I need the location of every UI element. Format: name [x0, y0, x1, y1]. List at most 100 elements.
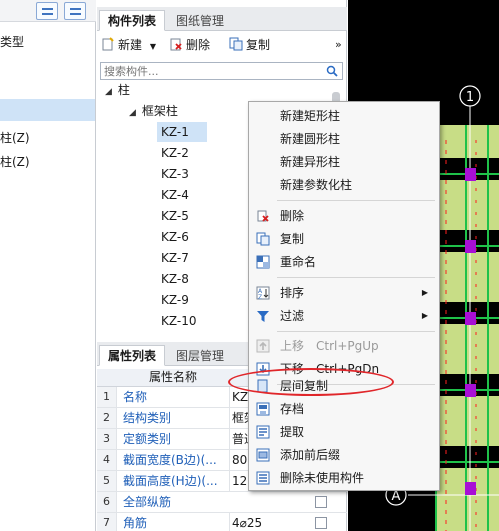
tree-item-kz-1[interactable]: KZ-1	[157, 122, 207, 142]
row-number: 1	[97, 387, 117, 407]
tree-item-kz-3[interactable]: KZ-3	[161, 164, 189, 184]
menu-item-label: 新建矩形柱	[280, 109, 341, 123]
copy-button[interactable]: 复制	[229, 35, 270, 55]
column-kz[interactable]	[465, 384, 476, 397]
property-name: 角筋	[123, 516, 148, 530]
archive-icon	[256, 402, 270, 416]
menu-item-label: 新建异形柱	[280, 155, 341, 169]
menu-item-new-parametric-column[interactable]: 新建参数化柱	[250, 174, 438, 196]
row-number: 6	[97, 492, 117, 512]
tab-layer-management[interactable]: 图层管理	[167, 345, 233, 366]
tab-property-list[interactable]: 属性列表	[99, 345, 166, 366]
property-row[interactable]: 7 角筋 4⌀25	[97, 513, 347, 531]
column-kz[interactable]	[465, 312, 476, 325]
column-kz[interactable]	[465, 168, 476, 181]
expand-icon[interactable]: ◢	[129, 103, 136, 123]
tree-item-kz-5[interactable]: KZ-5	[161, 206, 189, 226]
tree-node-frame-column-label: 框架柱	[141, 104, 178, 118]
menu-item-copy[interactable]: 复制	[250, 228, 438, 250]
property-name: 截面宽度(B边)(...	[123, 453, 217, 467]
detail-view-icon[interactable]	[64, 2, 86, 20]
menu-item-label: 复制	[280, 232, 305, 246]
tab-component-list[interactable]: 构件列表	[99, 10, 166, 31]
search-icon[interactable]	[326, 65, 338, 77]
delete-button[interactable]: 删除	[169, 35, 210, 55]
new-button[interactable]: 新建 ▼	[101, 35, 156, 55]
menu-item-delete[interactable]: 删除	[250, 205, 438, 227]
property-name: 定额类别	[123, 432, 172, 446]
tree-node-column[interactable]: ◢ 柱	[105, 80, 130, 100]
menu-item-add-prefix-suffix[interactable]: 添加前后缀	[250, 444, 438, 466]
menu-item-extract[interactable]: 提取	[250, 421, 438, 443]
menu-item-label: 删除未使用构件	[280, 471, 365, 485]
menu-item-delete-unused[interactable]: 删除未使用构件	[250, 467, 438, 489]
menu-item-sort[interactable]: AZ 排序 ▶	[250, 282, 438, 304]
tab-drawing-management[interactable]: 图纸管理	[167, 10, 233, 31]
row-number: 2	[97, 408, 117, 428]
property-name: 全部纵筋	[123, 495, 172, 509]
copy-button-label: 复制	[246, 38, 271, 52]
tree-node-column-label: 柱	[117, 83, 130, 97]
left-strip-text-1[interactable]: 类型	[0, 33, 24, 50]
left-strip-text-2[interactable]: 柱(Z)	[0, 129, 30, 146]
menu-item-label: 过滤	[280, 309, 305, 323]
menu-item-shortcut: Ctrl+PgUp	[316, 339, 379, 353]
menu-item-filter[interactable]: 过滤 ▶	[250, 305, 438, 327]
delete-icon	[170, 38, 182, 51]
property-name: 截面高度(H边)(...	[123, 474, 218, 488]
property-checkbox[interactable]	[315, 496, 327, 508]
tree-item-kz-9[interactable]: KZ-9	[161, 290, 189, 310]
tree-item-kz-2[interactable]: KZ-2	[161, 143, 189, 163]
tree-item-kz-10[interactable]: KZ-10	[161, 311, 196, 331]
new-dropdown-icon[interactable]: ▼	[150, 42, 156, 51]
delete-button-label: 删除	[186, 38, 211, 52]
menu-item-label: 上移	[280, 339, 305, 353]
column-kz[interactable]	[465, 482, 476, 495]
slab-region	[436, 125, 499, 531]
tree-item-kz-7[interactable]: KZ-7	[161, 248, 189, 268]
row-number: 3	[97, 429, 117, 449]
property-checkbox[interactable]	[315, 517, 327, 529]
row-number: 5	[97, 471, 117, 491]
property-value[interactable]: 4⌀25	[229, 513, 305, 531]
menu-item-move-up[interactable]: 上移 Ctrl+PgUp	[250, 335, 438, 357]
property-row[interactable]: 6 全部纵筋	[97, 492, 347, 513]
component-search-field[interactable]	[100, 62, 343, 80]
tree-item-kz-4[interactable]: KZ-4	[161, 185, 189, 205]
tree-node-frame-column[interactable]: ◢ 框架柱	[129, 101, 178, 121]
menu-item-archive[interactable]: 存档	[250, 398, 438, 420]
menu-item-label: 删除	[280, 209, 305, 223]
menu-separator	[277, 331, 435, 332]
menu-item-new-rect-column[interactable]: 新建矩形柱	[250, 105, 438, 127]
menu-item-new-irregular-column[interactable]: 新建异形柱	[250, 151, 438, 173]
delete-icon	[257, 210, 269, 222]
menu-item-label: 提取	[280, 425, 305, 439]
opening-5	[436, 446, 499, 468]
component-tab-bar: 构件列表 图纸管理	[97, 7, 347, 31]
expand-icon[interactable]: ◢	[105, 82, 112, 102]
tree-item-kz-6[interactable]: KZ-6	[161, 227, 189, 247]
component-toolbar: 新建 ▼ 删除 复制 »	[97, 32, 347, 58]
copy-icon	[256, 232, 270, 246]
list-view-icon[interactable]	[36, 2, 58, 20]
component-search-input[interactable]	[101, 63, 311, 79]
menu-separator	[277, 277, 435, 278]
tree-item-kz-8[interactable]: KZ-8	[161, 269, 189, 289]
left-navigation-strip: 类型 柱(Z) 柱(Z)	[0, 0, 96, 531]
column-kz[interactable]	[465, 240, 476, 253]
left-strip-selected-row[interactable]	[0, 99, 95, 121]
toolbar-overflow-button[interactable]: »	[335, 35, 342, 55]
menu-item-rename[interactable]: 重命名	[250, 251, 438, 273]
left-strip-text-3[interactable]: 柱(Z)	[0, 153, 30, 170]
property-name: 名称	[123, 390, 148, 404]
menu-item-label: 新建参数化柱	[280, 178, 353, 192]
filter-icon	[257, 311, 269, 322]
property-name: 结构类别	[123, 411, 172, 425]
new-button-label: 新建	[118, 38, 143, 52]
copy-icon	[229, 37, 243, 51]
prefix-suffix-icon	[256, 448, 270, 462]
menu-item-label: 添加前后缀	[280, 448, 341, 462]
new-icon	[102, 37, 114, 51]
move-up-icon	[256, 339, 270, 353]
menu-item-new-round-column[interactable]: 新建圆形柱	[250, 128, 438, 150]
